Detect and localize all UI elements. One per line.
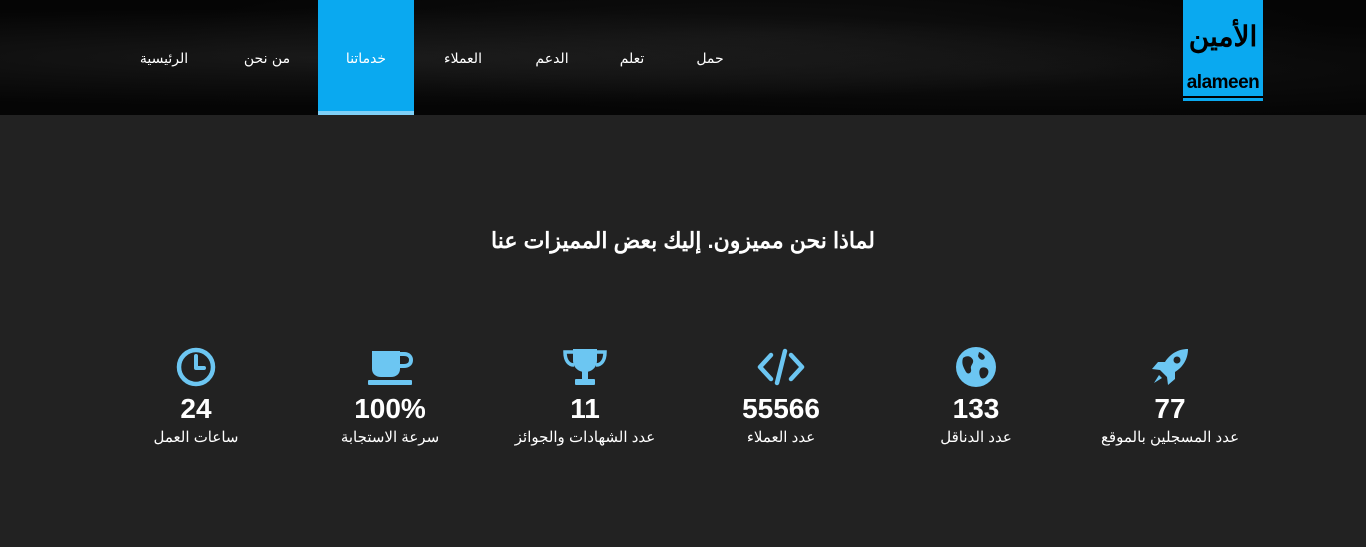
stat-label: عدد الدناقل — [940, 429, 1012, 446]
logo-underline — [1183, 96, 1263, 98]
trophy-icon — [475, 346, 695, 388]
stat-branches: 133 عدد الدناقل — [866, 346, 1086, 446]
stat-label: عدد العملاء — [746, 429, 816, 446]
stat-value: 11 — [570, 393, 600, 424]
clock-icon — [86, 346, 306, 388]
nav-item-services[interactable]: خدماتنا — [318, 0, 414, 115]
stat-clients: 55566 عدد العملاء — [671, 346, 891, 446]
nav-item-about[interactable]: من نحن — [228, 0, 306, 115]
stat-response: 100% سرعة الاستجابة — [280, 346, 500, 446]
globe-icon — [866, 346, 1086, 388]
nav-item-support[interactable]: الدعم — [522, 0, 582, 115]
rocket-icon — [1060, 346, 1280, 388]
stat-value: 77 — [1154, 393, 1186, 424]
stat-value: 100% — [354, 393, 426, 424]
stat-label: سرعة الاستجابة — [340, 429, 440, 446]
nav-item-home[interactable]: الرئيسية — [124, 0, 204, 115]
stat-value: 24 — [180, 393, 212, 424]
stat-hours: 24 ساعات العمل — [86, 346, 306, 446]
stat-label: ساعات العمل — [153, 429, 239, 446]
coffee-cup-icon — [280, 346, 500, 388]
logo-arabic-text: الأمين — [1188, 20, 1258, 53]
section-heading: لماذا نحن مميزون. إليك بعض المميزات عنا — [491, 228, 875, 253]
nav-item-learn[interactable]: تعلم — [602, 0, 662, 115]
stat-value: 133 — [952, 393, 1000, 424]
stat-value: 55566 — [742, 393, 820, 424]
nav-item-clients[interactable]: العملاء — [428, 0, 498, 115]
stat-awards: 11 عدد الشهادات والجوائز — [475, 346, 695, 446]
code-icon — [671, 346, 891, 388]
stat-label: عدد الشهادات والجوائز — [514, 429, 656, 446]
logo-latin-text: alameen — [1186, 72, 1260, 93]
stat-registered: 77 عدد المسجلين بالموقع — [1060, 346, 1280, 446]
stat-label: عدد المسجلين بالموقع — [1100, 429, 1240, 446]
nav-item-download[interactable]: حمل — [680, 0, 740, 115]
site-logo[interactable]: الأمين alameen — [1183, 0, 1263, 101]
